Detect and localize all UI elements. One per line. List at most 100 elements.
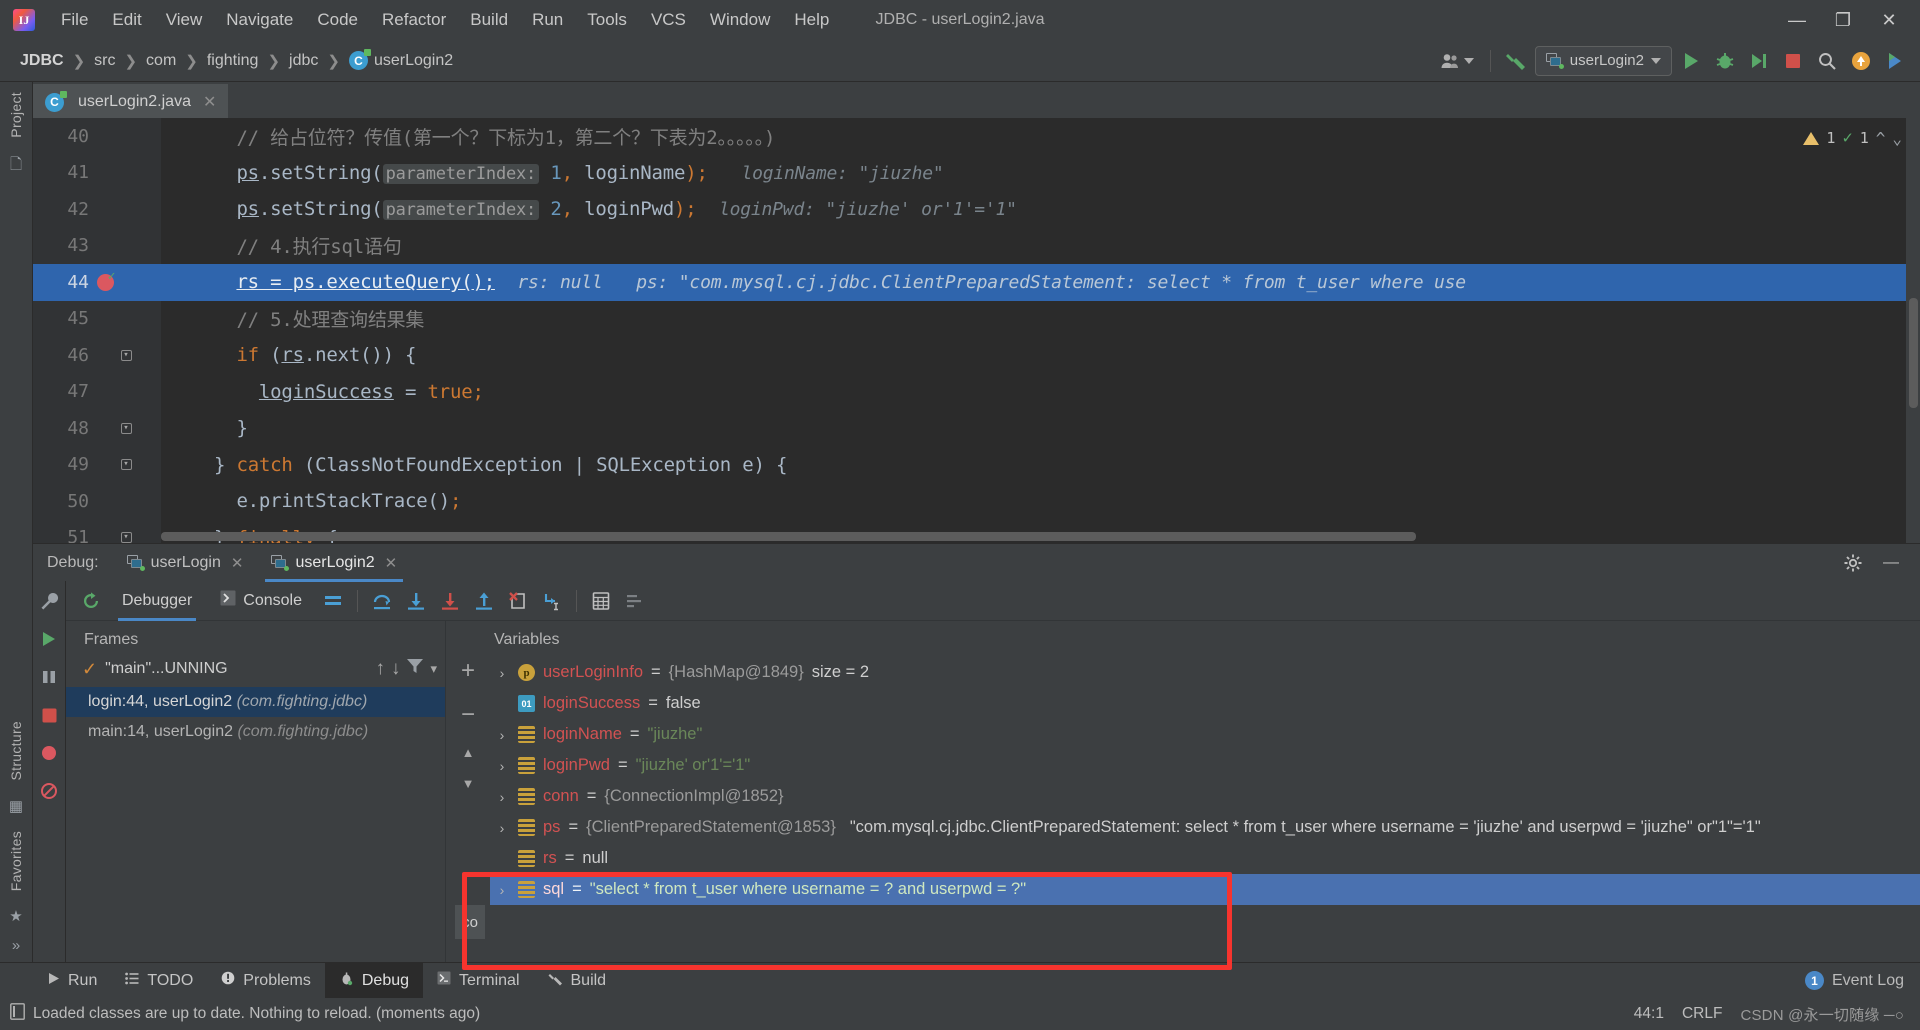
structure-icon[interactable]: ▦ <box>9 797 23 815</box>
bottom-tab-todo[interactable]: TODO <box>111 963 207 999</box>
close-button[interactable]: ✕ <box>1866 0 1912 40</box>
fold-slot[interactable]: ▾ <box>115 349 137 361</box>
gutter[interactable]: 47 <box>33 373 161 410</box>
variable-row-loginpwd[interactable]: › loginPwd = "jiuzhe' or'1'='1" <box>490 750 1920 781</box>
mute-breakpoints-icon[interactable] <box>37 779 61 803</box>
thread-selector[interactable]: ✓ "main"...UNNING <box>82 659 369 680</box>
move-watch-down-icon[interactable]: ▼ <box>462 776 475 791</box>
sidebar-item-project[interactable]: Project <box>8 82 24 148</box>
more-tools-icon[interactable]: » <box>12 937 20 954</box>
variable-row-loginname[interactable]: › loginName = "jiuzhe" <box>490 719 1920 750</box>
next-problem-icon[interactable]: ⌄ <box>1892 129 1902 148</box>
editor-tab-userlogin2[interactable]: C userLogin2.java ✕ <box>33 84 229 118</box>
variable-row-rs[interactable]: rs = null <box>490 843 1920 874</box>
build-hammer-icon[interactable] <box>1501 46 1531 76</box>
minimize-panel-icon[interactable]: — <box>1876 548 1906 578</box>
share-icon[interactable] <box>1880 46 1910 76</box>
drop-frame-icon[interactable] <box>501 584 535 618</box>
close-icon[interactable]: ✕ <box>203 92 216 112</box>
remove-watch-icon[interactable]: − <box>461 701 475 729</box>
run-with-coverage-icon[interactable] <box>1744 46 1774 76</box>
breakpoint-icon[interactable] <box>96 269 116 291</box>
breakpoint-slot[interactable] <box>95 269 116 291</box>
run-icon[interactable] <box>1676 46 1706 76</box>
bottom-tab-problems[interactable]: Problems <box>207 963 325 999</box>
code-editor[interactable]: 40 // 给占位符？传值(第一个？下标为1，第二个？下表为2。。。。。) 41 <box>33 118 1920 543</box>
updates-available-icon[interactable] <box>1846 46 1876 76</box>
gutter[interactable]: 49 ▾ <box>33 446 161 483</box>
favorites-star-icon[interactable]: ★ <box>9 907 22 925</box>
sidebar-item-structure[interactable]: Structure <box>8 711 24 791</box>
prev-problem-icon[interactable]: ^ <box>1876 129 1886 148</box>
rerun-icon[interactable] <box>74 584 108 618</box>
menu-help[interactable]: Help <box>782 6 841 34</box>
expand-chevron-icon[interactable]: › <box>494 665 510 681</box>
run-to-cursor-icon[interactable] <box>535 584 569 618</box>
frame-row[interactable]: main:14, userLogin2 (com.fighting.jdbc) <box>66 717 445 747</box>
fold-expand-icon[interactable]: ▾ <box>120 459 132 471</box>
tab-debugger[interactable]: Debugger <box>108 581 206 621</box>
close-icon[interactable]: ✕ <box>231 554 244 572</box>
sidebar-item-favorites[interactable]: Favorites <box>8 821 24 901</box>
gutter[interactable]: 44 <box>33 264 161 301</box>
fold-expand-icon[interactable]: ▾ <box>120 532 132 543</box>
frames-options-icon[interactable]: ▾ <box>430 661 437 677</box>
menu-refactor[interactable]: Refactor <box>370 6 458 34</box>
menu-vcs[interactable]: VCS <box>639 6 698 34</box>
gutter[interactable]: 51 ▾ <box>33 519 161 543</box>
add-watch-icon[interactable]: + <box>461 657 475 685</box>
bottom-tab-build[interactable]: Build <box>534 963 621 999</box>
bottom-tab-run[interactable]: Run <box>33 963 111 999</box>
variable-row-ps[interactable]: › ps = {ClientPreparedStatement@1853} "c… <box>490 812 1920 843</box>
fold-expand-icon[interactable]: ▾ <box>120 422 132 434</box>
stop-icon[interactable] <box>1778 46 1808 76</box>
force-step-into-icon[interactable] <box>433 584 467 618</box>
resume-program-icon[interactable] <box>37 627 61 651</box>
step-over-icon[interactable] <box>365 584 399 618</box>
pause-program-icon[interactable] <box>37 665 61 689</box>
variable-row-sql[interactable]: › sql = "select * from t_user where user… <box>490 874 1920 905</box>
menu-tools[interactable]: Tools <box>575 6 639 34</box>
step-into-icon[interactable] <box>399 584 433 618</box>
frames-filter-icon[interactable] <box>406 657 424 681</box>
expand-chevron-icon[interactable]: › <box>494 727 510 743</box>
debug-wrench-icon[interactable] <box>37 589 61 613</box>
debug-icon[interactable] <box>1710 46 1740 76</box>
gutter[interactable]: 48 ▾ <box>33 410 161 447</box>
menu-file[interactable]: File <box>49 6 100 34</box>
variable-row-conn[interactable]: › conn = {ConnectionImpl@1852} <box>490 781 1920 812</box>
gutter[interactable]: 45 <box>33 300 161 337</box>
stop-program-icon[interactable] <box>37 703 61 727</box>
menu-navigate[interactable]: Navigate <box>214 6 305 34</box>
breadcrumb-jdbc-pkg[interactable]: jdbc <box>283 50 324 72</box>
move-watch-up-icon[interactable]: ▲ <box>462 745 475 760</box>
evaluate-expression-icon[interactable] <box>584 584 618 618</box>
frames-up-icon[interactable]: ↑ <box>375 658 385 680</box>
menu-window[interactable]: Window <box>698 6 782 34</box>
fold-slot[interactable]: ▾ <box>115 532 137 543</box>
expand-chevron-icon[interactable]: › <box>494 882 510 898</box>
gutter[interactable]: 43 <box>33 227 161 264</box>
layout-settings-icon[interactable] <box>316 584 350 618</box>
breadcrumb-src[interactable]: src <box>88 50 121 72</box>
bottom-tab-debug[interactable]: Debug <box>324 962 424 999</box>
breadcrumb-jdbc[interactable]: JDBC <box>14 50 70 72</box>
expand-chevron-icon[interactable]: › <box>494 789 510 805</box>
menu-edit[interactable]: Edit <box>100 6 153 34</box>
tab-console[interactable]: Console <box>206 581 316 621</box>
menu-build[interactable]: Build <box>458 6 520 34</box>
editor-vertical-scrollbar[interactable] <box>1909 298 1918 408</box>
breadcrumb-com[interactable]: com <box>140 50 182 72</box>
gutter[interactable]: 46 ▾ <box>33 337 161 374</box>
gutter[interactable]: 41 <box>33 154 161 191</box>
gutter[interactable]: 40 <box>33 118 161 155</box>
scrollbar-thumb[interactable] <box>161 532 1416 541</box>
fold-slot[interactable]: ▾ <box>115 422 137 434</box>
breadcrumb-class[interactable]: C userLogin2 <box>343 49 459 72</box>
variable-row-loginsuccess[interactable]: 01 loginSuccess = false <box>490 688 1920 719</box>
breadcrumb-fighting[interactable]: fighting <box>201 50 265 72</box>
expand-chevron-icon[interactable]: › <box>494 758 510 774</box>
maximize-button[interactable]: ❐ <box>1820 0 1866 40</box>
debug-session-tab-userlogin[interactable]: userLogin ✕ <box>113 544 258 582</box>
editor-horizontal-scrollbar[interactable] <box>161 532 1904 541</box>
